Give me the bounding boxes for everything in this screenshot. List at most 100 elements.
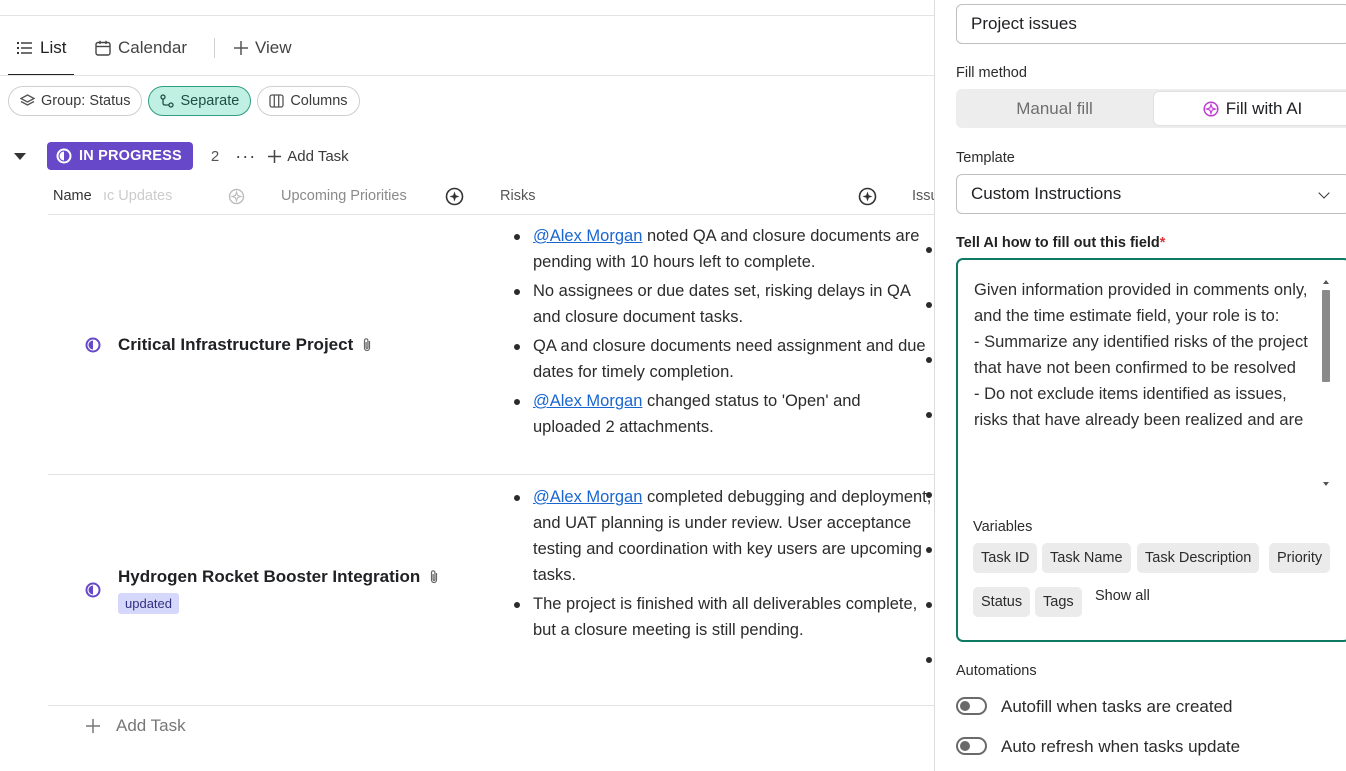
fill-method-label: Fill method	[956, 65, 1027, 81]
risks-cell[interactable]: @Alex Morgan completed debugging and dep…	[514, 484, 933, 646]
top-divider	[0, 15, 934, 16]
in-progress-icon[interactable]	[85, 582, 101, 598]
variable-chip-task-description[interactable]: Task Description	[1137, 543, 1260, 573]
risk-text: QA and closure documents need assignment…	[533, 337, 926, 381]
column-name[interactable]: Name	[53, 188, 92, 204]
ai-fill-label: Fill with AI	[1225, 98, 1303, 118]
more-options-icon[interactable]: ···	[235, 146, 256, 167]
ai-field-icon[interactable]	[858, 187, 877, 206]
separate-label: Separate	[180, 93, 240, 109]
issues-bullet	[926, 657, 932, 663]
add-task-row-label: Add Task	[116, 716, 186, 735]
issues-bullet	[926, 547, 932, 553]
group-header: IN PROGRESS 2 ··· Add Task	[14, 141, 349, 171]
table-row[interactable]: Critical Infrastructure Project @Alex Mo…	[48, 215, 934, 475]
column-updates-partial[interactable]: ıc Updates	[103, 188, 172, 204]
issues-bullet	[926, 602, 932, 608]
attachment-icon[interactable]	[428, 569, 440, 585]
plus-icon	[234, 41, 248, 55]
column-header-row: Name ıc Updates Upcoming Priorities Risk…	[48, 181, 934, 215]
ai-field-icon[interactable]	[445, 187, 464, 206]
ai-fill-option[interactable]: Fill with AI	[1154, 92, 1346, 125]
plus-icon	[86, 719, 100, 733]
ai-sparkle-icon	[1203, 100, 1219, 117]
field-name-input[interactable]: Project issues	[956, 4, 1346, 44]
in-progress-icon	[56, 148, 72, 164]
user-mention[interactable]: @Alex Morgan	[533, 392, 642, 410]
user-mention[interactable]: @Alex Morgan	[533, 227, 642, 245]
group-add-task-label: Add Task	[287, 147, 349, 165]
template-select[interactable]: Custom Instructions	[956, 174, 1346, 214]
scroll-down-arrow-icon[interactable]	[1323, 482, 1329, 486]
variable-chip-task-name[interactable]: Task Name	[1042, 543, 1131, 573]
variables-label: Variables	[973, 519, 1033, 535]
add-task-row-button[interactable]: Add Task	[86, 716, 186, 736]
instructions-label-text: Tell AI how to fill out this field	[956, 235, 1160, 251]
task-name[interactable]: Critical Infrastructure Project	[118, 335, 373, 355]
in-progress-icon[interactable]	[85, 337, 101, 353]
variable-chip-tags[interactable]: Tags	[1035, 587, 1082, 617]
variable-chip-status[interactable]: Status	[973, 587, 1031, 617]
columns-label: Columns	[290, 93, 348, 109]
manual-fill-label: Manual fill	[1016, 98, 1093, 118]
updated-badge: updated	[118, 593, 179, 614]
column-risks[interactable]: Risks	[500, 188, 535, 204]
group-add-task-button[interactable]: Add Task	[268, 147, 349, 165]
column-upcoming-priorities[interactable]: Upcoming Priorities	[281, 188, 407, 204]
separate-button[interactable]: Separate	[148, 86, 252, 116]
columns-button[interactable]: Columns	[257, 86, 360, 116]
automations-label: Automations	[956, 663, 1037, 679]
add-view-button[interactable]: View	[234, 36, 292, 60]
issues-bullet	[926, 412, 932, 418]
tabs-underline	[0, 75, 934, 76]
layers-icon	[20, 94, 35, 106]
collapse-caret-icon[interactable]	[14, 152, 26, 160]
list-item: The project is finished with all deliver…	[514, 591, 933, 643]
variable-chip-task-id[interactable]: Task ID	[973, 543, 1038, 573]
list-item: @Alex Morgan completed debugging and dep…	[514, 484, 933, 588]
risk-text: The project is finished with all deliver…	[533, 595, 918, 639]
scrollbar-thumb[interactable]	[1322, 290, 1330, 382]
toolbar-chips: Group: Status Separate Columns	[8, 86, 360, 116]
auto-refresh-toggle[interactable]	[956, 737, 987, 755]
autofill-label: Autofill when tasks are created	[1001, 697, 1233, 716]
scroll-up-arrow-icon[interactable]	[1323, 280, 1329, 284]
column-issues-partial[interactable]: Issu	[912, 188, 934, 204]
show-all-variables-link[interactable]: Show all	[1095, 588, 1150, 604]
auto-refresh-label: Auto refresh when tasks update	[1001, 737, 1241, 756]
ai-field-icon[interactable]	[228, 188, 245, 205]
tab-calendar[interactable]: Calendar	[95, 36, 187, 60]
task-name[interactable]: Hydrogen Rocket Booster Integration	[118, 567, 440, 587]
autofill-toggle[interactable]	[956, 697, 987, 715]
attachment-icon[interactable]	[361, 337, 373, 353]
risk-text: No assignees or due dates set, risking d…	[533, 282, 910, 326]
issues-bullet	[926, 247, 932, 253]
instructions-textarea[interactable]: Given information provided in comments o…	[974, 277, 1324, 433]
list-item: QA and closure documents need assignment…	[514, 333, 933, 385]
required-asterisk: *	[1159, 235, 1166, 251]
status-group-label: IN PROGRESS	[79, 148, 182, 164]
instructions-label: Tell AI how to fill out this field*	[956, 235, 1165, 251]
list-icon	[17, 42, 32, 54]
tab-list-label: List	[40, 38, 67, 57]
instructions-editor: Given information provided in comments o…	[956, 258, 1346, 642]
manual-fill-option[interactable]: Manual fill	[956, 89, 1153, 128]
list-view: List Calendar View Group: Status Separat…	[0, 0, 934, 771]
task-title: Critical Infrastructure Project	[118, 335, 354, 354]
variable-chip-priority[interactable]: Priority	[1269, 543, 1331, 573]
tab-list[interactable]: List	[8, 36, 75, 76]
subtasks-icon	[160, 94, 175, 108]
user-mention[interactable]: @Alex Morgan	[533, 488, 642, 506]
template-label: Template	[956, 150, 1015, 166]
table-row[interactable]: Hydrogen Rocket Booster Integration upda…	[48, 475, 934, 706]
list-item: @Alex Morgan changed status to 'Open' an…	[514, 388, 933, 440]
field-settings-panel: Project issues Fill method Manual fill F…	[934, 0, 1346, 771]
issues-bullet	[926, 357, 932, 363]
status-group-pill[interactable]: IN PROGRESS	[47, 142, 193, 170]
group-by-button[interactable]: Group: Status	[8, 86, 143, 116]
chevron-down-icon	[1318, 187, 1330, 199]
task-title: Hydrogen Rocket Booster Integration	[118, 567, 421, 586]
template-value: Custom Instructions	[971, 184, 1122, 203]
field-name-value: Project issues	[971, 14, 1077, 33]
risks-cell[interactable]: @Alex Morgan noted QA and closure docume…	[514, 223, 933, 443]
